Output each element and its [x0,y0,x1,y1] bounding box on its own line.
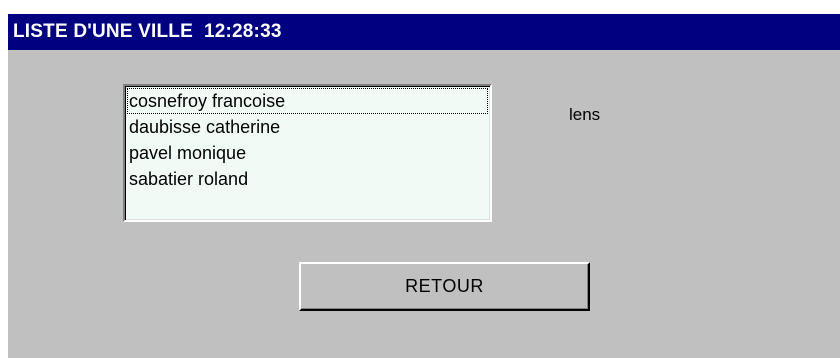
app-window: LISTE D'UNE VILLE 12:28:33 cosnefroy fra… [8,14,840,358]
window-title: LISTE D'UNE VILLE 12:28:33 [13,21,282,42]
title-bar: LISTE D'UNE VILLE 12:28:33 [8,14,840,50]
list-item[interactable]: cosnefroy francoise [127,88,488,114]
names-listbox[interactable]: cosnefroy francoise daubisse catherine p… [123,84,492,222]
list-item[interactable]: pavel monique [127,140,488,166]
list-item[interactable]: sabatier roland [127,166,488,192]
list-item[interactable]: daubisse catherine [127,114,488,140]
city-name-label: lens [569,105,601,124]
back-button[interactable]: RETOUR [299,262,590,311]
